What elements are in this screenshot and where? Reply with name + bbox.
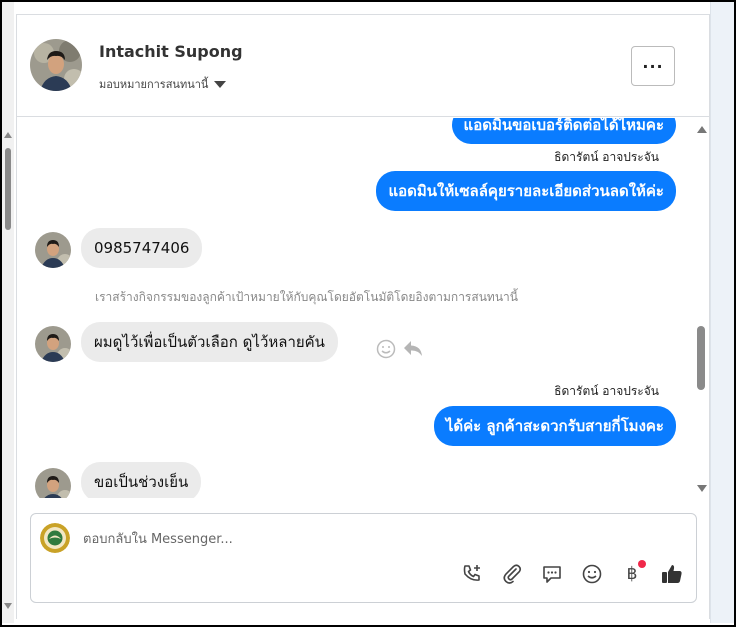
chat-header: Intachit Supong มอบหมายการสนทนานี้ ··· [17,15,709,117]
assign-label: มอบหมายการสนทนานี้ [99,78,209,91]
saved-reply-icon[interactable] [540,562,564,586]
caret-down-icon [214,80,227,88]
emoji-icon[interactable] [580,562,604,586]
page-logo [40,523,70,553]
message-outgoing[interactable]: แอดมินให้เซลล์คุยรายละเอียดส่วนลดให้ค่ะ [376,171,676,211]
scroll-thumb[interactable] [697,326,705,390]
paperclip-icon[interactable] [500,562,524,586]
message-outgoing[interactable]: ได้ค่ะ ลูกค้าสะดวกรับสายกี่โมงคะ [433,406,676,446]
scroll-thumb[interactable] [5,148,11,230]
baht-icon[interactable]: ฿ [620,560,646,586]
contact-avatar-small[interactable] [35,232,71,268]
reply-composer: ฿ [30,513,697,603]
message-scrollbar[interactable] [693,118,709,498]
reply-icon[interactable] [402,338,424,362]
scroll-up-arrow[interactable] [4,132,12,138]
message-outgoing[interactable]: แอดมินขอเบอร์ติดต่อได้ไหมคะ [451,118,676,144]
system-notice: เราสร้างกิจกรรมของลูกค้าเป้าหมายให้กับคุ… [95,290,518,304]
message-incoming[interactable]: ขอเป็นช่วงเย็น [81,462,202,498]
sender-name: ธิดารัตน์ อาจประจัน [554,384,659,398]
side-panel-edge [710,2,734,623]
scroll-down-arrow[interactable] [4,603,12,609]
chat-panel: Intachit Supong มอบหมายการสนทนานี้ ··· แ… [16,14,710,619]
react-emoji-icon[interactable] [376,339,396,363]
contact-name[interactable]: Intachit Supong [99,42,243,61]
contact-avatar[interactable] [30,39,82,91]
more-options-button[interactable]: ··· [631,46,675,86]
call-plus-icon[interactable] [460,562,484,586]
scroll-up-arrow[interactable] [697,126,707,133]
message-incoming[interactable]: 0985747406 [81,228,203,268]
reply-input[interactable] [83,528,643,550]
thumbs-up-icon[interactable] [660,562,684,586]
baht-symbol: ฿ [626,564,638,584]
composer-toolbar: ฿ [460,560,684,586]
contact-avatar-small[interactable] [35,326,71,362]
sender-name: ธิดารัตน์ อาจประจัน [554,150,659,164]
contact-avatar-small[interactable] [35,468,71,498]
message-list[interactable]: แอดมินขอเบอร์ติดต่อได้ไหมคะ ธิดารัตน์ อา… [17,118,693,498]
scroll-down-arrow[interactable] [697,485,707,492]
page-scrollbar[interactable] [2,2,14,623]
message-incoming[interactable]: ผมดูไว้เพื่อเป็นตัวเลือก ดูไว้หลายคัน [81,322,338,362]
assign-conversation-dropdown[interactable]: มอบหมายการสนทนานี้ [99,75,227,93]
notification-dot [638,560,646,568]
